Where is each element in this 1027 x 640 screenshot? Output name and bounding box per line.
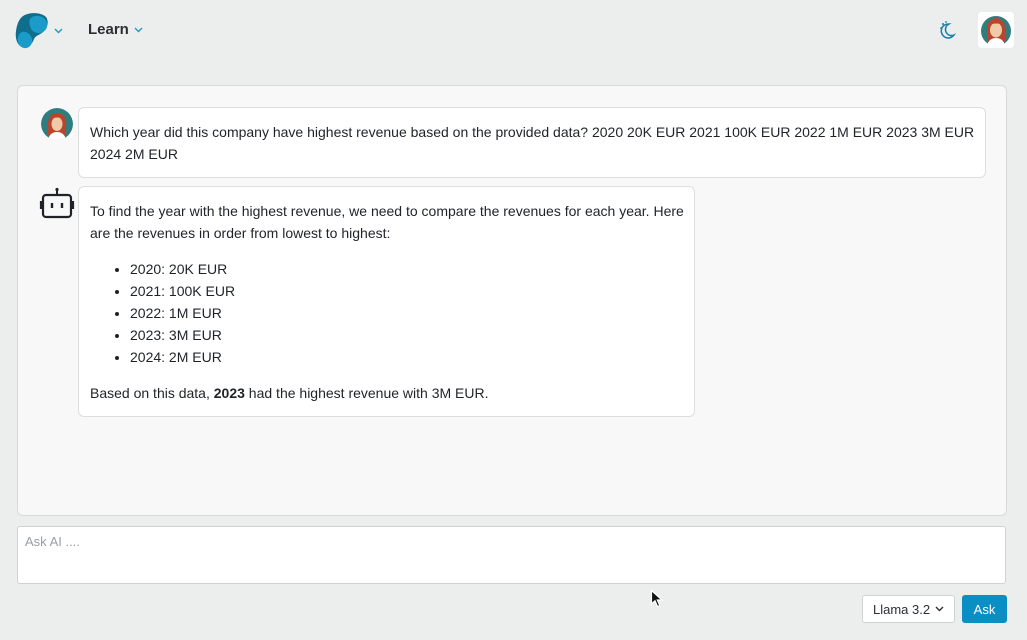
theme-toggle-icon[interactable] [938,20,958,40]
assistant-intro-text: To find the year with the highest revenu… [90,203,684,241]
profile-avatar[interactable] [978,12,1014,48]
top-bar: Learn [0,0,1027,62]
list-item: 2022: 1M EUR [130,302,684,324]
assistant-message-bubble: To find the year with the highest revenu… [78,186,695,417]
nav-learn-menu[interactable]: Learn [88,21,143,38]
chevron-down-icon [54,28,63,34]
nav-learn-label: Learn [88,21,129,38]
assistant-conclusion: Based on this data, 2023 had the highest… [90,382,684,404]
model-select-value: Llama 3.2 [873,601,931,617]
robot-icon [39,187,75,219]
assistant-message-avatar [39,187,75,221]
chevron-down-icon [935,606,944,612]
user-message-text: Which year did this company have highest… [90,124,975,162]
conclusion-suffix: had the highest revenue with 3M EUR. [244,385,489,401]
list-item: 2021: 100K EUR [130,280,684,302]
conclusion-highlight: 2023 [213,385,245,401]
user-message-bubble: Which year did this company have highest… [78,107,986,178]
brand-menu[interactable] [14,12,63,50]
chat-panel: Which year did this company have highest… [17,85,1007,516]
list-item: 2024: 2M EUR [130,346,684,368]
chevron-down-icon [134,27,143,32]
mouse-pointer-icon [650,589,664,608]
user-avatar-icon [978,12,1014,48]
user-message-avatar [41,108,73,140]
ask-ai-input[interactable] [17,526,1006,584]
conclusion-prefix: Based on this data, [90,385,214,401]
ask-button[interactable]: Ask [962,595,1007,623]
user-avatar-icon [41,108,73,140]
revenue-list: 2020: 20K EUR 2021: 100K EUR 2022: 1M EU… [130,258,684,368]
list-item: 2023: 3M EUR [130,324,684,346]
model-select-dropdown[interactable]: Llama 3.2 [862,595,955,623]
list-item: 2020: 20K EUR [130,258,684,280]
brand-logo-icon [15,13,48,49]
